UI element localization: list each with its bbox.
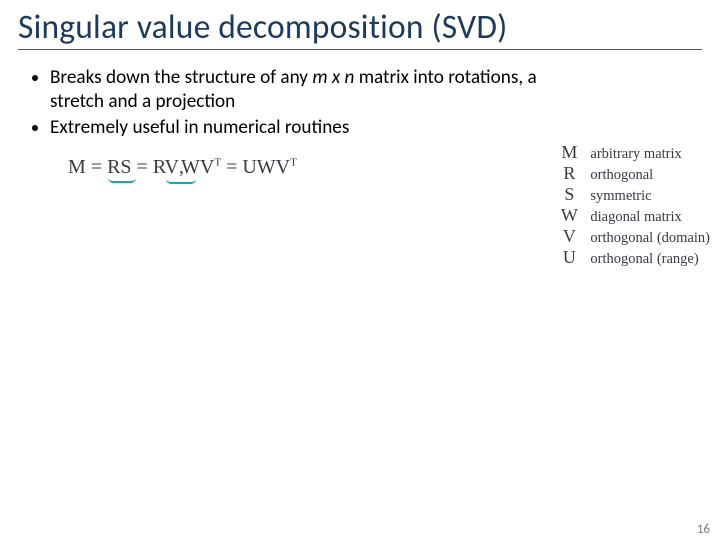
- underline-mark-icon: [166, 179, 196, 184]
- legend-row: R orthogonal: [558, 163, 710, 184]
- legend-symbol: M: [558, 142, 580, 163]
- eq-eq3: =: [226, 156, 237, 178]
- bullet-text-pre: Extremely useful in numerical routines: [50, 116, 349, 139]
- legend-symbol: U: [558, 247, 580, 268]
- eq-uwv: UWV: [242, 156, 290, 178]
- eq-lhs: M =: [68, 156, 102, 178]
- page-number: 16: [697, 522, 710, 537]
- eq-wv: WV: [181, 156, 214, 178]
- legend-symbol: W: [558, 205, 580, 226]
- legend-desc: arbitrary matrix: [590, 146, 681, 163]
- bullet-text-pre: Breaks down the structure of any: [50, 66, 312, 89]
- legend-desc: orthogonal (domain): [590, 230, 710, 247]
- legend-desc: symmetric: [590, 188, 651, 205]
- legend-row: M arbitrary matrix: [558, 142, 710, 163]
- legend-row: V orthogonal (domain): [558, 226, 710, 247]
- eq-eq2: =: [137, 156, 148, 178]
- legend-desc: orthogonal: [590, 167, 653, 184]
- eq-sup-t2: T: [290, 156, 297, 168]
- legend-symbol: V: [558, 226, 580, 247]
- eq-rs: RS: [107, 156, 131, 178]
- legend-desc: diagonal matrix: [590, 209, 681, 226]
- underline-mark-icon: [108, 178, 136, 183]
- legend-symbol: R: [558, 163, 580, 184]
- matrix-legend: M arbitrary matrix R orthogonal S symmet…: [558, 142, 710, 268]
- eq-sup-t1: T: [214, 156, 221, 168]
- slide: Singular value decomposition (SVD) Break…: [0, 0, 720, 540]
- bullet-item: Extremely useful in numerical routines: [50, 116, 544, 140]
- bullet-list: Breaks down the structure of any m x n m…: [24, 66, 544, 140]
- bullet-math: m x n: [312, 66, 354, 89]
- title-container: Singular value decomposition (SVD): [18, 6, 702, 50]
- legend-row: W diagonal matrix: [558, 205, 710, 226]
- legend-symbol: S: [558, 184, 580, 205]
- legend-row: U orthogonal (range): [558, 247, 710, 268]
- slide-title: Singular value decomposition (SVD): [18, 6, 702, 47]
- legend-desc: orthogonal (range): [590, 251, 698, 268]
- bullet-item: Breaks down the structure of any m x n m…: [50, 66, 544, 114]
- legend-row: S symmetric: [558, 184, 710, 205]
- eq-rv: RV: [153, 156, 179, 178]
